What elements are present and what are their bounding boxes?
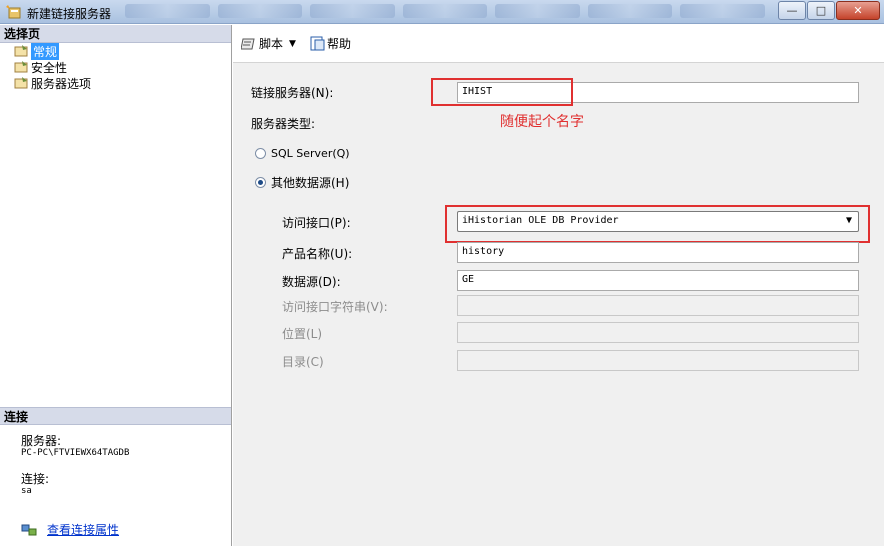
sql-server-radio[interactable]: SQL Server(Q) bbox=[255, 147, 350, 160]
maximize-button[interactable]: □ bbox=[807, 1, 835, 20]
radio-dot bbox=[255, 148, 266, 159]
data-source-label: 数据源(D): bbox=[282, 275, 341, 289]
provider-string-label: 访问接口字符串(V): bbox=[282, 300, 388, 314]
connection-value: sa bbox=[21, 486, 32, 496]
location-label: 位置(L) bbox=[282, 327, 323, 341]
provider-string-input bbox=[457, 295, 859, 316]
connection-section: 连接 服务器: PC-PC\FTVIEWX64TAGDB 连接: sa 查看连接… bbox=[0, 407, 231, 546]
page-item-security[interactable]: 安全性 bbox=[0, 59, 231, 75]
new-server-icon bbox=[6, 5, 21, 19]
server-type-label: 服务器类型: bbox=[251, 117, 316, 131]
page-item-label: 常规 bbox=[31, 42, 60, 60]
blurred-taskbar bbox=[125, 4, 766, 20]
page-item-server-options[interactable]: 服务器选项 bbox=[0, 75, 231, 91]
highlight-box bbox=[445, 205, 870, 243]
title-bar: 新建链接服务器 — □ ✕ bbox=[0, 0, 884, 24]
connection-label: 连接: bbox=[21, 472, 50, 486]
product-name-input[interactable]: history bbox=[457, 242, 859, 263]
page-item-label: 安全性 bbox=[31, 60, 68, 75]
linked-server-label: 链接服务器(N): bbox=[251, 86, 334, 100]
other-data-source-label: 其他数据源(H) bbox=[271, 176, 350, 190]
page-item-label: 服务器选项 bbox=[31, 76, 92, 91]
location-input bbox=[457, 322, 859, 343]
select-page-header: 选择页 bbox=[0, 25, 231, 43]
product-name-label: 产品名称(U): bbox=[282, 247, 353, 261]
catalog-label: 目录(C) bbox=[282, 355, 324, 369]
close-button[interactable]: ✕ bbox=[836, 1, 880, 20]
page-item-general[interactable]: 常规 bbox=[0, 42, 231, 60]
page-icon bbox=[14, 61, 28, 73]
page-icon bbox=[14, 45, 28, 57]
script-button[interactable]: 脚本 ▼ bbox=[241, 35, 296, 52]
connection-properties-icon bbox=[21, 524, 37, 535]
other-data-source-radio[interactable]: 其他数据源(H) bbox=[255, 174, 349, 191]
highlight-box bbox=[431, 78, 573, 106]
connection-header: 连接 bbox=[0, 407, 231, 425]
provider-label: 访问接口(P): bbox=[282, 216, 351, 230]
help-button[interactable]: 帮助 bbox=[310, 35, 351, 52]
radio-dot bbox=[255, 177, 266, 188]
data-source-input[interactable]: GE bbox=[457, 270, 859, 291]
page-icon bbox=[14, 77, 28, 89]
view-connection-properties-link[interactable]: 查看连接属性 bbox=[21, 521, 119, 538]
annotation-text: 随便起个名字 bbox=[500, 114, 584, 130]
view-connection-properties-text[interactable]: 查看连接属性 bbox=[47, 521, 119, 538]
left-panel: 选择页 常规 安全性 服务器选项 连接 服务器: PC-PC\FTVIEWX64… bbox=[0, 25, 232, 546]
script-label: 脚本 bbox=[259, 37, 284, 51]
right-panel: 脚本 ▼ 帮助 链接服务器(N): IHIST 服务器类型: 随便起个名字 SQ… bbox=[233, 25, 884, 546]
chevron-down-icon[interactable]: ▼ bbox=[289, 39, 296, 49]
script-icon bbox=[241, 38, 255, 49]
help-label: 帮助 bbox=[326, 37, 351, 51]
sql-server-label: SQL Server(Q) bbox=[271, 147, 350, 160]
minimize-button[interactable]: — bbox=[778, 1, 806, 20]
server-label: 服务器: bbox=[21, 434, 62, 448]
catalog-input bbox=[457, 350, 859, 371]
window-title: 新建链接服务器 bbox=[27, 7, 112, 21]
toolbar: 脚本 ▼ 帮助 bbox=[233, 25, 884, 63]
server-value: PC-PC\FTVIEWX64TAGDB bbox=[21, 448, 130, 458]
help-icon bbox=[310, 36, 325, 51]
